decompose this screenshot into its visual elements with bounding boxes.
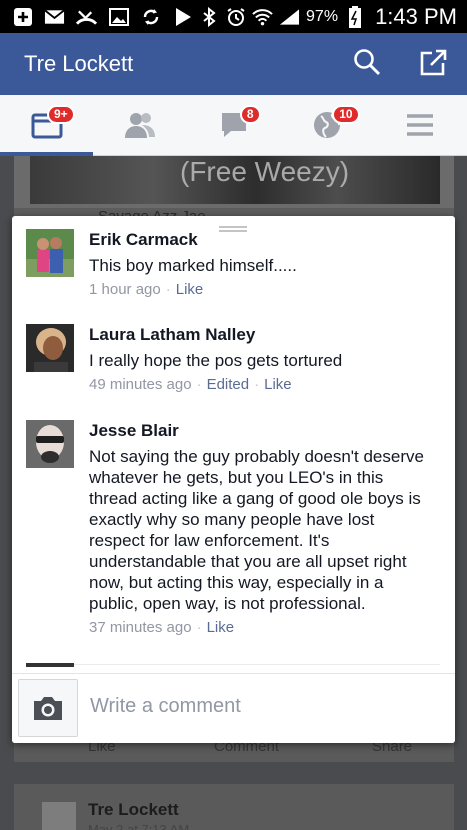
comment-time: 1 hour ago bbox=[89, 281, 161, 298]
avatar[interactable] bbox=[26, 324, 74, 372]
comment-text: I really hope the pos gets tortured bbox=[89, 351, 343, 370]
menu-icon bbox=[407, 114, 434, 136]
tab-news-feed[interactable]: 9+ bbox=[0, 95, 94, 156]
avatar bbox=[42, 802, 76, 830]
like-link[interactable]: Like bbox=[207, 619, 235, 636]
feed-post-meta: May 2 at 7:13 AM bbox=[88, 822, 190, 830]
missed-call-icon bbox=[76, 8, 97, 26]
tab-friend-requests[interactable] bbox=[93, 95, 186, 155]
separator-dot: · bbox=[196, 376, 202, 393]
comment-meta: 49 minutes ago · Edited · Like bbox=[89, 375, 434, 395]
tab-more[interactable] bbox=[374, 95, 467, 155]
tab-badge: 10 bbox=[332, 105, 360, 124]
play-icon bbox=[172, 7, 193, 26]
mail-icon bbox=[44, 8, 65, 26]
bluetooth-icon bbox=[198, 6, 219, 27]
comment-author[interactable]: Laura Latham Nalley bbox=[89, 324, 434, 346]
next-comment-avatar bbox=[26, 663, 74, 667]
comment-text: This boy marked himself..... bbox=[89, 256, 297, 275]
separator-dot: · bbox=[196, 619, 202, 636]
clock: 1:43 PM bbox=[375, 3, 457, 29]
separator-dot: · bbox=[165, 281, 171, 298]
signal-icon bbox=[279, 8, 300, 26]
tab-badge: 9+ bbox=[47, 105, 75, 124]
app-bar: Tre Lockett bbox=[0, 33, 467, 95]
battery-percent: 97% bbox=[306, 7, 339, 25]
avatar[interactable] bbox=[26, 420, 74, 468]
comments-sheet: Erik Carmack This boy marked himself....… bbox=[12, 216, 455, 743]
edited-link[interactable]: Edited bbox=[207, 376, 250, 393]
divider bbox=[26, 664, 440, 668]
add-box-icon bbox=[12, 7, 33, 26]
comment-time: 49 minutes ago bbox=[89, 376, 192, 393]
comment-meta: 37 minutes ago · Like bbox=[89, 618, 434, 638]
tab-notifications[interactable]: 10 bbox=[280, 95, 373, 155]
tab-messages[interactable]: 8 bbox=[187, 95, 280, 155]
page-title: Tre Lockett bbox=[24, 51, 134, 76]
camera-icon bbox=[34, 697, 62, 720]
like-link[interactable]: Like bbox=[264, 376, 292, 393]
comment-text: Not saying the guy probably doesn't dese… bbox=[89, 447, 424, 613]
search-icon[interactable] bbox=[353, 48, 381, 81]
comment-input[interactable] bbox=[90, 692, 430, 720]
wifi-icon bbox=[252, 8, 273, 26]
status-bar: 97% 1:43 PM bbox=[0, 0, 467, 33]
feed-photo-caption: (Free Weezy) bbox=[180, 156, 350, 187]
share-icon[interactable] bbox=[419, 48, 449, 81]
feed-post-card: Tre Lockett May 2 at 7:13 AM bbox=[14, 784, 454, 830]
tab-bar: 9+ 8 10 bbox=[0, 95, 467, 156]
avatar[interactable] bbox=[26, 229, 74, 277]
separator-dot: · bbox=[254, 376, 260, 393]
image-icon bbox=[108, 7, 129, 26]
tab-badge: 8 bbox=[239, 105, 261, 124]
feed-post-author: Tre Lockett bbox=[88, 800, 179, 819]
battery-icon bbox=[344, 5, 365, 28]
alarm-icon bbox=[225, 7, 246, 26]
sync-icon bbox=[140, 8, 161, 26]
comment-composer bbox=[12, 673, 455, 743]
friends-icon bbox=[125, 113, 156, 138]
like-link[interactable]: Like bbox=[176, 281, 204, 298]
comment-author[interactable]: Erik Carmack bbox=[89, 229, 434, 251]
comment-meta: 1 hour ago · Like bbox=[89, 280, 434, 300]
camera-button[interactable] bbox=[18, 679, 78, 737]
comment-author[interactable]: Jesse Blair bbox=[89, 420, 434, 442]
comment-time: 37 minutes ago bbox=[89, 619, 192, 636]
